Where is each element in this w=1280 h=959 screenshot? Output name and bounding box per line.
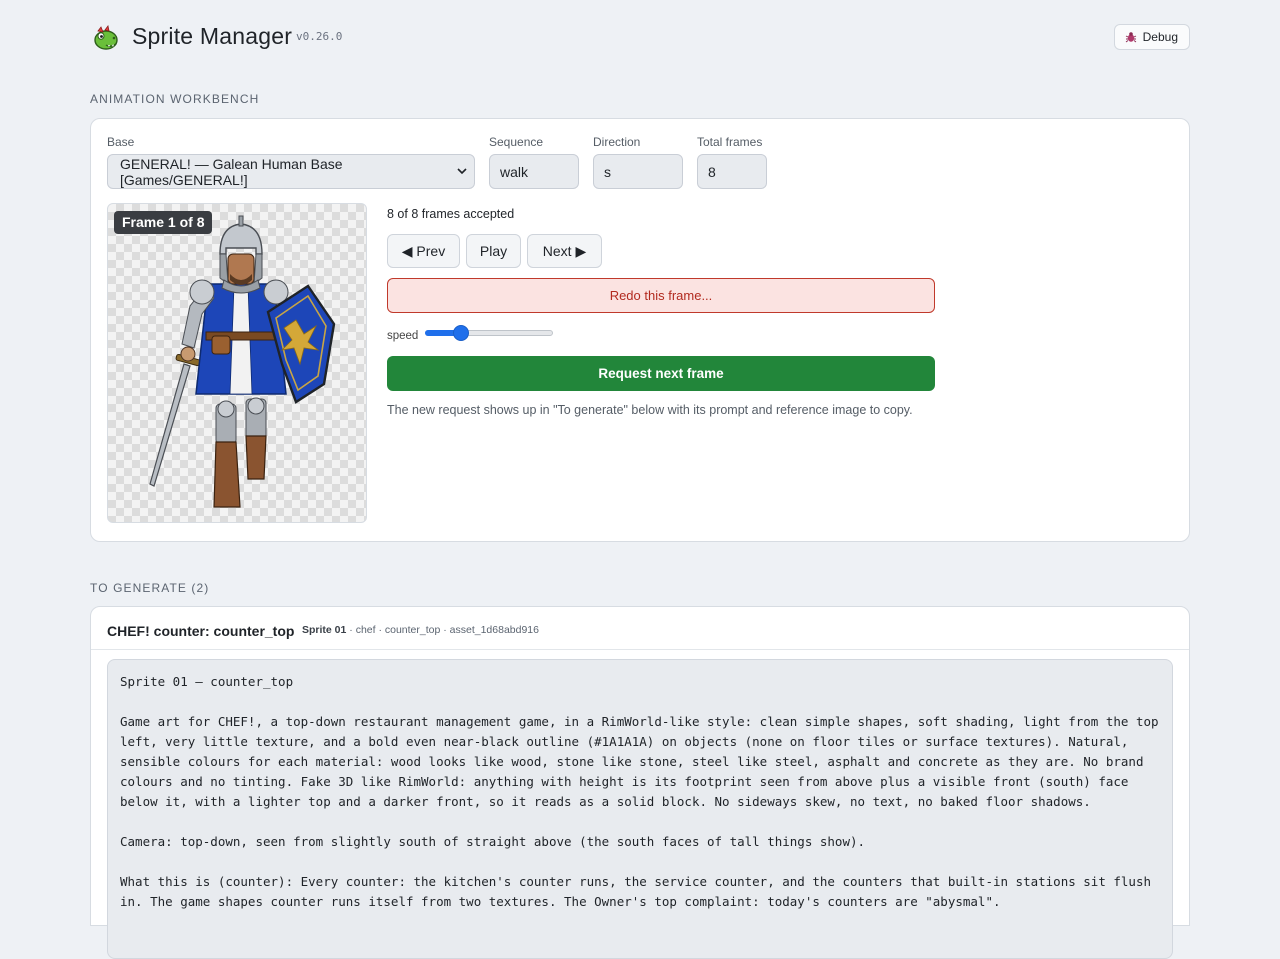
speed-label: speed — [387, 330, 419, 342]
generate-item-sprite: Sprite 01 — [302, 624, 347, 636]
prompt-text-box[interactable]: Sprite 01 — counter_top Game art for CHE… — [107, 659, 1173, 959]
app-header: Sprite Manager v0.26.0 Debug — [90, 0, 1190, 80]
speed-slider[interactable] — [425, 325, 553, 341]
next-frame-button[interactable]: Next ▶ — [527, 234, 602, 268]
base-label: Base — [107, 135, 135, 149]
bug-icon — [1125, 32, 1136, 43]
sequence-input[interactable]: walk — [489, 154, 579, 189]
sequence-label: Sequence — [489, 135, 544, 149]
request-hint-text: The new request shows up in "To generate… — [387, 403, 913, 417]
accepted-count-text: 8 of 8 frames accepted — [387, 207, 515, 221]
play-button[interactable]: Play — [466, 234, 521, 268]
to-generate-card: CHEF! counter: counter_top Sprite 01 · c… — [90, 606, 1190, 959]
generate-item-header: CHEF! counter: counter_top Sprite 01 · c… — [91, 607, 1189, 650]
direction-label: Direction — [593, 135, 641, 149]
workbench-card: Base GENERAL! — Galean Human Base [Games… — [90, 118, 1190, 542]
speed-slider-thumb[interactable] — [453, 325, 469, 341]
frame-preview: Frame 1 of 8 — [107, 203, 367, 523]
request-next-frame-button[interactable]: Request next frame — [387, 356, 935, 391]
total-frames-label: Total frames — [697, 135, 763, 149]
chevron-down-icon — [457, 168, 467, 175]
to-generate-section-label: TO GENERATE (2) — [90, 581, 210, 595]
generate-item-title: CHEF! counter: counter_top — [107, 623, 295, 639]
dragon-logo-icon — [94, 25, 118, 50]
debug-label: Debug — [1142, 30, 1178, 44]
total-frames-input[interactable]: 8 — [697, 154, 767, 189]
app-title: Sprite Manager — [132, 23, 293, 49]
prev-frame-button[interactable]: ◀ Prev — [387, 234, 460, 268]
knight-sprite-image — [149, 215, 336, 508]
direction-input[interactable]: s — [593, 154, 683, 189]
base-select[interactable]: GENERAL! — Galean Human Base [Games/GENE… — [107, 154, 475, 189]
redo-frame-button[interactable]: Redo this frame... — [387, 278, 935, 313]
frame-counter-badge: Frame 1 of 8 — [114, 211, 213, 234]
page: Sprite Manager v0.26.0 Debug ANIMATION W… — [90, 0, 1190, 959]
base-select-value: GENERAL! — Galean Human Base [Games/GENE… — [120, 155, 343, 188]
generate-item-tags: · chef · counter_top · asset_1d68abd916 — [346, 624, 539, 636]
workbench-section-label: ANIMATION WORKBENCH — [90, 92, 260, 106]
debug-button[interactable]: Debug — [1113, 24, 1190, 50]
generate-item-meta: Sprite 01 · chef · counter_top · asset_1… — [302, 624, 539, 636]
app-version: v0.26.0 — [296, 30, 343, 43]
